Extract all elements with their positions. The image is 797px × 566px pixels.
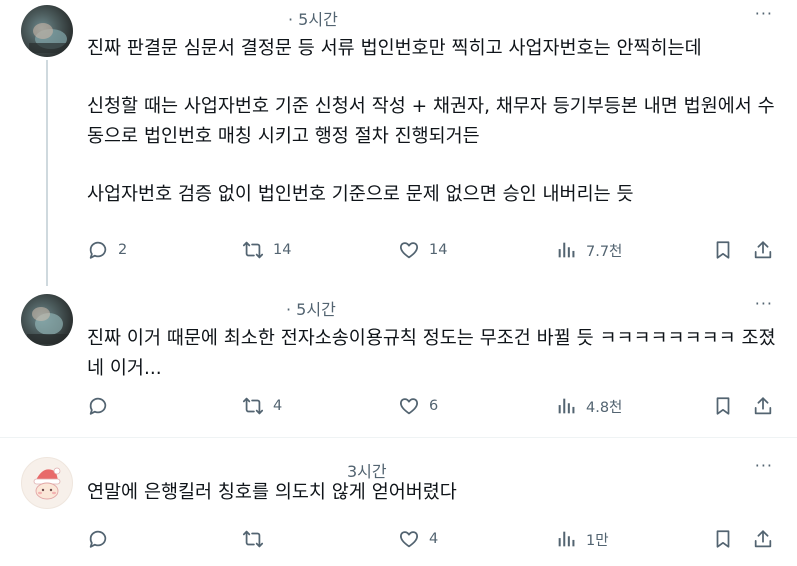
bookmark-icon [716,530,730,548]
like-icon [400,242,418,259]
share-button[interactable] [752,526,774,552]
post-text: 연말에 은행킬러 칭호를 의도치 않게 얻어버렸다 [87,478,777,508]
views-button[interactable]: 7.7천 [555,237,622,263]
like-button[interactable]: 6 [398,393,438,419]
avatar[interactable] [21,5,73,57]
post-paragraph: 연말에 은행킬러 칭호를 의도치 않게 얻어버렸다 [87,482,457,503]
avatar-photo [27,307,69,344]
post-paragraph: 신청할 때는 사업자번호 기준 신청서 작성 + 채권자, 채무자 등기부등본 … [87,96,775,147]
share-button[interactable] [752,237,774,263]
avatar[interactable] [21,294,73,346]
bookmark-button[interactable] [712,526,734,552]
repost-count: 4 [273,398,283,414]
post-time: · 5시간 [288,10,338,29]
post-2[interactable]: · 5시간 ··· 진짜 이거 때문에 최소한 전자소송이용규칙 정도는 무조건… [0,290,797,436]
repost-button[interactable]: 4 [242,393,282,419]
views-icon [558,398,575,414]
avatar-photo [29,23,69,53]
post-paragraph: 진짜 이거 때문에 최소한 전자소송이용규칙 정도는 무조건 바뀔 듯 ㅋㅋㅋㅋ… [87,328,776,379]
repost-button[interactable] [242,526,273,552]
like-count: 14 [429,242,448,258]
views-icon [558,531,575,547]
more-icon[interactable]: ··· [755,456,773,475]
share-icon [754,530,772,548]
like-button[interactable]: 14 [398,237,447,263]
bookmark-button[interactable] [712,393,734,419]
like-count: 6 [429,398,439,414]
views-icon [558,242,575,258]
like-button[interactable]: 4 [398,526,438,552]
action-bar: 4 1만 [0,526,797,552]
action-bar: 4 6 4.8천 [0,393,797,419]
views-count: 7.7천 [586,243,623,260]
share-icon [754,241,772,259]
post-text: 진짜 이거 때문에 최소한 전자소송이용규칙 정도는 무조건 바뀔 듯 ㅋㅋㅋㅋ… [87,324,777,384]
share-button[interactable] [752,393,774,419]
bookmark-icon [716,397,730,415]
action-bar: 2 14 14 7.7천 [0,237,797,263]
like-count: 4 [429,531,439,547]
more-icon[interactable]: ··· [755,4,773,23]
repost-icon [242,241,264,259]
post-1[interactable]: · 5시간 ··· 진짜 판결문 심문서 결정문 등 서류 법인번호만 찍히고 … [0,0,797,290]
views-button[interactable]: 4.8천 [555,393,622,419]
views-button[interactable]: 1만 [555,526,609,552]
post-paragraph: 사업자번호 검증 없이 법인번호 기준으로 문제 없으면 승인 내버리는 듯 [87,184,634,205]
reply-icon [89,530,107,548]
santa-hat-avatar-icon [33,467,61,500]
views-count: 4.8천 [586,399,623,416]
share-icon [754,397,772,415]
more-icon[interactable]: ··· [755,294,773,313]
post-3[interactable]: 3시간 ··· 연말에 은행킬러 칭호를 의도치 않게 얻어버렸다 4 1만 [0,438,797,566]
reply-button[interactable]: 2 [87,237,127,263]
repost-icon [242,530,264,548]
post-text: 진짜 판결문 심문서 결정문 등 서류 법인번호만 찍히고 사업자번호는 안찍히… [87,34,777,210]
reply-button[interactable] [87,393,118,419]
reply-icon [89,241,107,259]
reply-icon [89,397,107,415]
repost-count: 14 [273,242,292,258]
post-paragraph: 진짜 판결문 심문서 결정문 등 서류 법인번호만 찍히고 사업자번호는 안찍히… [87,38,702,59]
repost-button[interactable]: 14 [242,237,291,263]
avatar[interactable] [21,457,73,509]
post-time: · 5시간 [286,300,336,319]
reply-button[interactable] [87,526,118,552]
repost-icon [242,397,264,415]
reply-count: 2 [118,242,128,258]
like-icon [400,531,418,548]
views-count: 1만 [586,532,609,549]
like-icon [400,398,418,415]
bookmark-icon [716,241,730,259]
bookmark-button[interactable] [712,237,734,263]
